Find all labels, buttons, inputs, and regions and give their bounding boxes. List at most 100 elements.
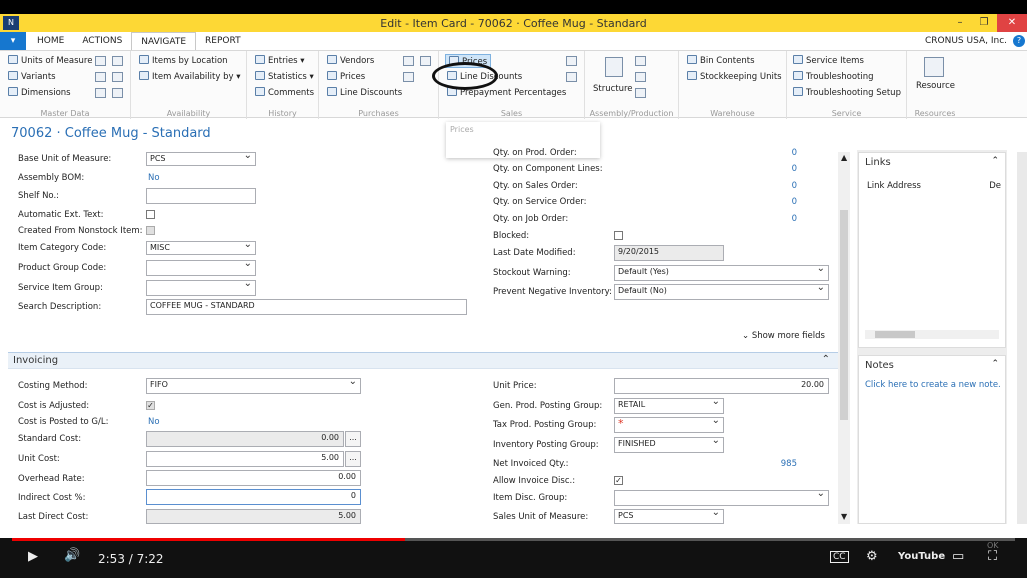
standard-cost-field[interactable]: 0.00 [146,431,344,447]
youtube-logo-icon[interactable]: YouTube [898,551,945,562]
entries-button[interactable]: Entries ▾ [255,54,305,68]
help-icon[interactable]: ? [1013,35,1025,47]
inventory-posting-group-field[interactable]: FINISHED [614,437,724,453]
window-scrollbar[interactable] [1017,152,1027,524]
restore-button[interactable]: ❐ [972,14,996,32]
sales-unit-of-measure-field[interactable]: PCS [614,509,724,524]
small-action-icon[interactable] [95,56,106,66]
scroll-up-icon[interactable]: ▲ [841,153,847,162]
ok-button[interactable]: OK [987,541,999,550]
stockout-warning-field[interactable]: Default (Yes) [614,265,829,281]
show-more-fields-link[interactable]: ⌄ Show more fields [742,331,825,341]
fullscreen-icon[interactable]: ⛶ [988,549,997,564]
item-disc-group-field[interactable] [614,490,829,506]
bin-contents-button[interactable]: Bin Contents [687,54,755,68]
product-group-code-field[interactable] [146,260,256,276]
field-label: Qty. on Job Order: [493,214,569,224]
small-action-icon[interactable] [635,56,646,66]
unit-cost-field[interactable]: 5.00 [146,451,344,467]
costing-method-field[interactable]: FIFO [146,378,361,394]
collapse-icon[interactable]: ⌃ [991,156,999,166]
troubleshooting-setup-button[interactable]: Troubleshooting Setup [793,86,901,100]
tab-home[interactable]: HOME [28,32,73,50]
group-label: Warehouse [710,109,755,118]
dimensions-button[interactable]: Dimensions [8,86,71,100]
variants-button[interactable]: Variants [8,70,56,84]
overhead-rate-field[interactable]: 0.00 [146,470,361,486]
tax-prod-posting-group-field[interactable]: * [614,417,724,433]
statistics-button[interactable]: Statistics ▾ [255,70,314,84]
tab-navigate[interactable]: NAVIGATE [131,31,197,53]
small-action-icon[interactable] [112,56,123,66]
troubleshooting-button[interactable]: Troubleshooting [793,70,874,84]
tab-actions[interactable]: ACTIONS [73,32,131,50]
setup-icon [793,87,803,96]
captions-icon[interactable]: CC [830,551,849,563]
app-menu-button[interactable]: ▾ [0,32,26,50]
small-action-icon[interactable] [403,72,414,82]
items-by-location-button[interactable]: Items by Location [139,54,228,68]
small-action-icon[interactable] [566,72,577,82]
collapse-icon[interactable]: ⌃ [991,359,999,369]
indirect-cost-field[interactable]: 0 [146,489,361,505]
item-category-code-field[interactable]: MISC [146,241,256,255]
base-unit-of-measure-field[interactable]: PCS [146,152,256,166]
qty-on-job-order-value[interactable]: 0 [760,214,797,224]
resource-button[interactable]: Resource [916,79,955,93]
cost-posted-to-gl-link[interactable]: No [148,417,160,427]
last-direct-cost-field[interactable]: 5.00 [146,509,361,524]
shelf-no-field[interactable] [146,188,256,204]
purchase-prices-button[interactable]: Prices [327,70,365,84]
small-action-icon[interactable] [112,88,123,98]
play-icon[interactable]: ▶ [28,549,38,564]
scrollbar-thumb[interactable] [840,210,848,420]
blocked-checkbox[interactable] [614,231,623,240]
scroll-down-icon[interactable]: ▼ [841,512,847,521]
units-of-measure-button[interactable]: Units of Measure [8,54,92,68]
gen-prod-posting-group-field[interactable]: RETAIL [614,398,724,414]
scrollbar-thumb[interactable] [875,331,915,338]
net-invoiced-qty-value[interactable]: 985 [760,459,797,469]
page-title: 70062 · Coffee Mug - Standard [11,126,211,141]
standard-cost-lookup-button[interactable]: ... [345,431,361,447]
create-note-link[interactable]: Click here to create a new note. [865,380,1001,390]
prevent-negative-inventory-field[interactable]: Default (No) [614,284,829,300]
structure-icon[interactable] [605,57,623,77]
item-availability-button[interactable]: Item Availability by ▾ [139,70,240,84]
stockkeeping-units-button[interactable]: Stockkeeping Units [687,70,782,84]
minimize-button[interactable]: – [948,14,972,32]
service-item-group-field[interactable] [146,280,256,296]
qty-on-component-lines-value[interactable]: 0 [760,164,797,174]
small-action-icon[interactable] [95,72,106,82]
structure-button[interactable]: Structure [593,82,633,96]
qty-on-sales-order-value[interactable]: 0 [760,181,797,191]
assembly-bom-link[interactable]: No [148,173,160,183]
resource-icon[interactable] [924,57,944,77]
small-action-icon[interactable] [635,72,646,82]
search-description-field[interactable]: COFFEE MUG - STANDARD [146,299,467,315]
small-action-icon[interactable] [403,56,414,66]
settings-icon[interactable]: ⚙ [866,549,878,564]
volume-icon[interactable]: 🔊 [64,548,80,563]
cast-icon[interactable]: ▭ [952,549,964,564]
small-action-icon[interactable] [566,56,577,66]
small-action-icon[interactable] [95,88,106,98]
allow-invoice-disc-checkbox[interactable]: ✓ [614,476,623,485]
small-action-icon[interactable] [420,56,431,66]
qty-on-prod-order-value[interactable]: 0 [760,148,797,158]
unit-cost-lookup-button[interactable]: ... [345,451,361,467]
small-action-icon[interactable] [635,88,646,98]
comments-button[interactable]: Comments [255,86,314,100]
purchase-line-discounts-button[interactable]: Line Discounts [327,86,402,100]
automatic-ext-text-checkbox[interactable] [146,210,155,219]
tab-report[interactable]: REPORT [196,32,250,50]
qty-on-service-order-value[interactable]: 0 [760,197,797,207]
close-button[interactable]: ✕ [997,14,1027,32]
unit-price-field[interactable]: 20.00 [614,378,829,394]
service-items-button[interactable]: Service Items [793,54,864,68]
small-action-icon[interactable] [112,72,123,82]
invoicing-section-header[interactable]: Invoicing ⌃ [8,352,838,369]
links-hscrollbar[interactable] [865,330,999,339]
vendors-button[interactable]: Vendors [327,54,374,68]
collapse-icon[interactable]: ⌃ [822,354,830,365]
